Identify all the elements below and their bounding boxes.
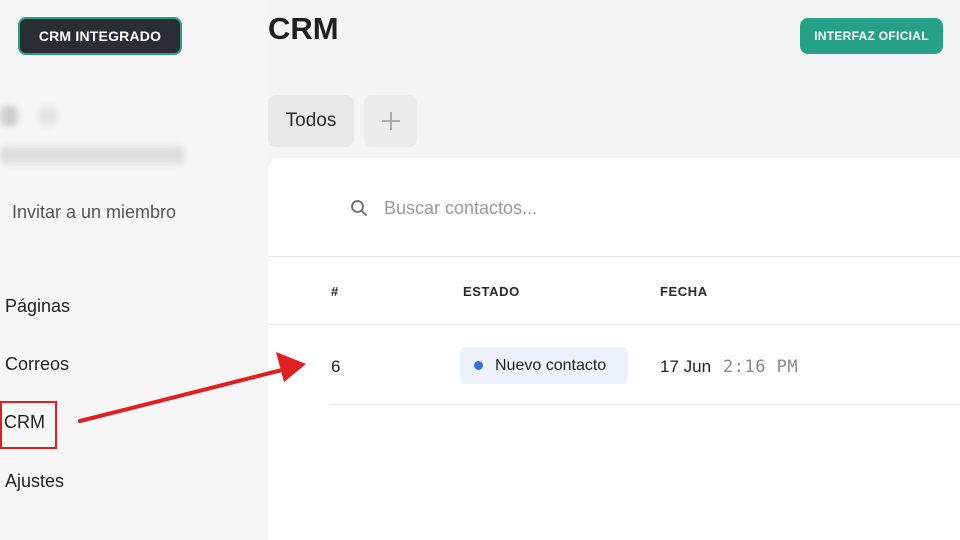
- column-header-number[interactable]: #: [331, 284, 339, 299]
- search-input[interactable]: [384, 192, 804, 224]
- sidebar: CRM INTEGRADO Invitar a un miembro Págin…: [0, 0, 268, 540]
- add-tab-button[interactable]: [364, 95, 417, 147]
- row-divider: [330, 404, 960, 405]
- blurred-workspace-email: [0, 146, 185, 164]
- official-interface-button[interactable]: INTERFAZ OFICIAL: [800, 18, 943, 54]
- row-time: 2:16 PM: [723, 357, 799, 377]
- sidebar-item-crm[interactable]: CRM: [4, 412, 45, 433]
- contacts-card: # ESTADO FECHA 6 Nuevo contacto 17 Jun 2…: [268, 158, 960, 540]
- status-dot-icon: [474, 361, 483, 370]
- search-icon: [351, 200, 367, 216]
- sidebar-item-ajustes[interactable]: Ajustes: [5, 471, 64, 492]
- plus-icon: [381, 112, 400, 130]
- sidebar-item-paginas[interactable]: Páginas: [5, 296, 70, 317]
- row-number[interactable]: 6: [331, 357, 340, 377]
- status-badge[interactable]: Nuevo contacto: [460, 347, 628, 384]
- sidebar-item-correos[interactable]: Correos: [5, 354, 69, 375]
- column-header-estado[interactable]: ESTADO: [463, 284, 520, 299]
- header-divider: [268, 324, 960, 325]
- blurred-workspace-icon: [38, 106, 58, 126]
- column-header-fecha[interactable]: FECHA: [660, 284, 708, 299]
- crm-integrated-badge: CRM INTEGRADO: [18, 17, 182, 55]
- tab-todos[interactable]: Todos: [268, 95, 354, 147]
- invite-member-link[interactable]: Invitar a un miembro: [12, 202, 176, 223]
- page-title: CRM: [268, 11, 339, 46]
- blurred-workspace-avatar: [0, 106, 18, 126]
- status-label: Nuevo contacto: [495, 356, 607, 374]
- search-bar: [268, 158, 960, 257]
- row-date: 17 Jun: [660, 357, 712, 376]
